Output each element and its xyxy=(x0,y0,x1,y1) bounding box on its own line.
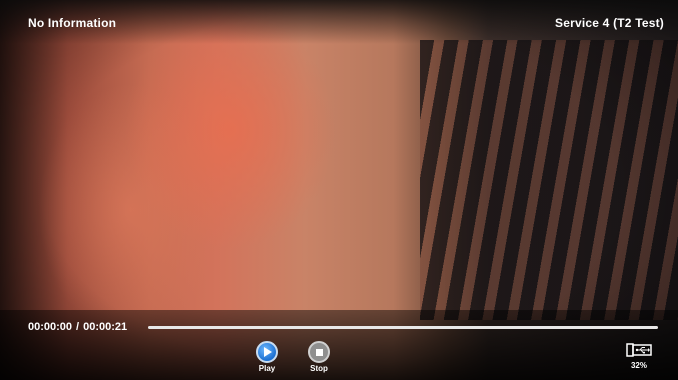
usb-drive-icon xyxy=(626,343,652,357)
program-info: No Information xyxy=(28,16,117,30)
play-icon xyxy=(256,341,278,363)
info-bar: No Information Service 4 (T2 Test) xyxy=(0,0,678,44)
current-time: 00:00:00 xyxy=(28,321,73,333)
stop-label: Stop xyxy=(310,364,328,373)
progress-bar[interactable] xyxy=(148,326,658,329)
usb-status: 32% xyxy=(622,343,656,370)
time-separator: / xyxy=(76,321,80,333)
play-label: Play xyxy=(258,364,276,373)
stop-button[interactable]: Stop xyxy=(305,341,333,373)
service-name: Service 4 (T2 Test) xyxy=(555,16,664,30)
play-button[interactable]: Play xyxy=(252,341,282,373)
time-display: 00:00:00/00:00:21 xyxy=(28,321,127,333)
storage-usage: 32% xyxy=(630,361,647,370)
total-time: 00:00:21 xyxy=(83,321,128,333)
stop-icon xyxy=(308,341,330,363)
